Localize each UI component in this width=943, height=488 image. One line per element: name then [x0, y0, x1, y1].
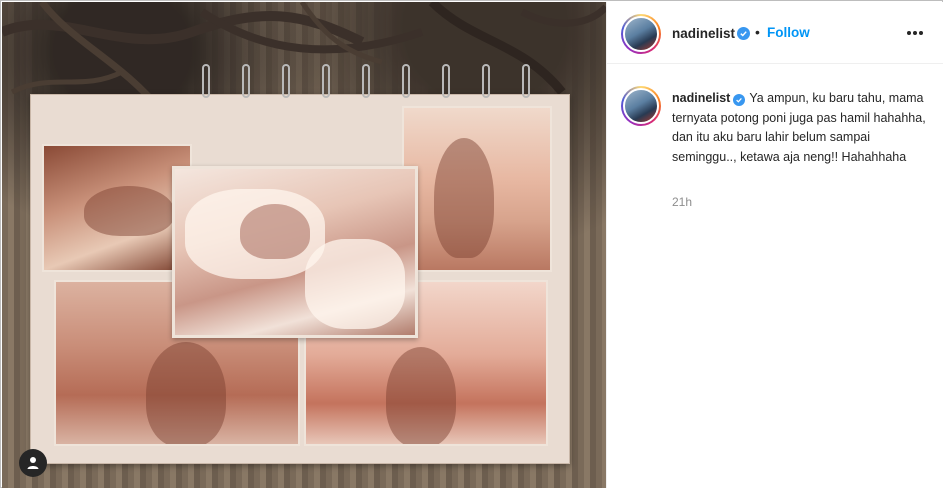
- vintage-photo-newborn-baby: [172, 166, 418, 338]
- more-horizontal-icon[interactable]: [903, 24, 927, 42]
- verified-badge-icon: [737, 27, 750, 40]
- caption-username-link[interactable]: nadinelist: [672, 91, 730, 105]
- avatar[interactable]: [621, 14, 661, 54]
- album-ring: [522, 64, 530, 98]
- vintage-photo-reclining-woman: [42, 144, 192, 272]
- album-ring: [362, 64, 370, 98]
- album-ring: [282, 64, 290, 98]
- verified-badge-icon: [733, 94, 746, 106]
- album-ring: [202, 64, 210, 98]
- album-ring: [402, 64, 410, 98]
- separator-dot: •: [755, 24, 760, 40]
- user-icon: [27, 457, 39, 469]
- album-ring: [482, 64, 490, 98]
- username-link[interactable]: nadinelist: [672, 26, 735, 41]
- tagged-users-button[interactable]: [19, 449, 47, 477]
- album-ring: [242, 64, 250, 98]
- vintage-photo-pregnant-woman: [402, 106, 552, 272]
- post-timestamp[interactable]: 21h: [672, 195, 692, 209]
- post-header: nadinelist • Follow: [607, 2, 943, 64]
- post-side-panel: nadinelist • Follow nadinelist Ya ampun, …: [606, 2, 943, 488]
- album-ring: [322, 64, 330, 98]
- instagram-post-modal: nadinelist • Follow nadinelist Ya ampun, …: [0, 0, 943, 488]
- caption-avatar[interactable]: [621, 86, 661, 126]
- post-image[interactable]: [2, 2, 606, 488]
- post-caption: nadinelist Ya ampun, ku baru tahu, mama t…: [672, 89, 934, 167]
- album-ring: [442, 64, 450, 98]
- follow-button[interactable]: Follow: [767, 25, 810, 40]
